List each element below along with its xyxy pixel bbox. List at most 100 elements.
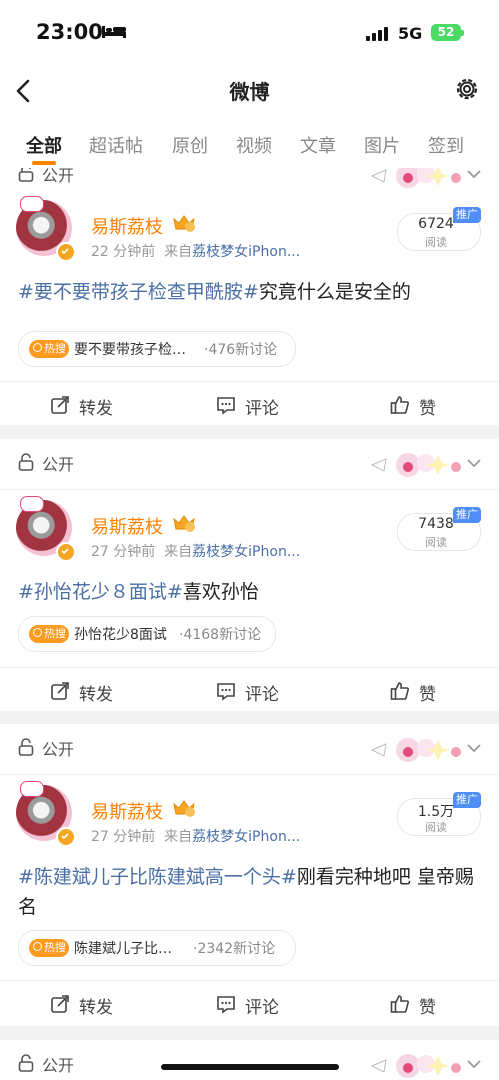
post-card: 公开 易斯荔枝 27 分钟前 来自荔枝梦女iPhon... 7438 阅读 推广…	[0, 439, 499, 711]
search-icon	[33, 628, 42, 637]
post-card: 公开 易斯荔枝 27 分钟前 来自荔枝梦女iPhon... 1.5万 阅读 推广…	[0, 724, 499, 1026]
action-bar: 转发 评论 赞	[0, 667, 499, 712]
post-source[interactable]: 荔枝梦女iPhon...	[192, 244, 300, 260]
reads-label: 阅读	[425, 821, 447, 834]
chevron-down-icon[interactable]	[466, 743, 482, 753]
search-icon	[33, 942, 42, 951]
home-indicator[interactable]	[161, 1064, 339, 1070]
hot-search-badge: 热搜	[29, 340, 69, 358]
post-time: 22 分钟前	[91, 244, 156, 260]
page-title: 微博	[229, 80, 270, 104]
battery-icon	[461, 30, 464, 36]
privacy-label: 公开	[42, 740, 75, 759]
chevron-down-icon[interactable]	[466, 458, 482, 468]
vip-crown-icon	[173, 800, 195, 817]
battery-level: 52	[431, 24, 461, 41]
comment-icon[interactable]	[216, 994, 236, 1014]
avatar-bubble-icon	[20, 196, 44, 212]
hot-search-chip[interactable]: 热搜 要不要带孩子检… ·476新讨论	[18, 331, 296, 367]
privacy-label: 公开	[42, 1056, 75, 1075]
hot-count: ·2342新讨论	[193, 941, 276, 957]
hot-search-badge: 热搜	[29, 939, 69, 957]
hot-topic: 陈建斌儿子比…	[74, 941, 172, 957]
reads-label: 阅读	[425, 236, 447, 249]
comment-button[interactable]: 评论	[245, 680, 279, 705]
like-button[interactable]: 赞	[419, 680, 436, 705]
comment-icon[interactable]	[216, 395, 236, 415]
post-text: #要不要带孩子检查甲酰胺#究竟什么是安全的	[18, 277, 478, 307]
hot-search-chip[interactable]: 热搜 孙怡花少8面试 ·4168新讨论	[18, 616, 276, 652]
thumbs-up-icon[interactable]	[390, 395, 410, 415]
repost-icon[interactable]	[50, 681, 70, 701]
card-header: 公开	[0, 724, 499, 775]
repost-button[interactable]: 转发	[79, 394, 113, 419]
hot-count: ·4168新讨论	[179, 627, 262, 643]
promote-tag[interactable]: 推广	[453, 207, 481, 223]
promote-tag[interactable]: 推广	[453, 792, 481, 808]
post-body: 喜欢孙怡	[182, 581, 259, 603]
unlock-icon	[18, 1054, 34, 1072]
chevron-down-icon[interactable]	[466, 1059, 482, 1069]
comment-button[interactable]: 评论	[245, 394, 279, 419]
post-card-partial: 公开	[0, 1040, 499, 1080]
action-bar: 转发 评论 赞	[0, 381, 499, 426]
thumbs-up-icon[interactable]	[390, 994, 410, 1014]
status-time: 23:00	[36, 20, 103, 44]
username[interactable]: 易斯荔枝	[91, 513, 163, 539]
post-meta: 27 分钟前 来自荔枝梦女iPhon...	[91, 826, 300, 846]
hot-search-badge: 热搜	[29, 625, 69, 643]
post-meta: 27 分钟前 来自荔枝梦女iPhon...	[91, 541, 300, 561]
avatar-bubble-icon	[20, 781, 44, 797]
hot-topic: 要不要带孩子检…	[74, 342, 186, 358]
unlock-icon	[18, 738, 34, 756]
action-bar: 转发 评论 赞	[0, 980, 499, 1025]
comment-button[interactable]: 评论	[245, 993, 279, 1018]
source-prefix: 来自	[164, 829, 193, 845]
unlock-icon	[18, 453, 34, 471]
vip-crown-icon	[173, 215, 195, 232]
post-text: #孙怡花少８面试#喜欢孙怡	[18, 577, 478, 607]
hot-search-chip[interactable]: 热搜 陈建斌儿子比… ·2342新讨论	[18, 930, 296, 966]
comment-icon[interactable]	[216, 681, 236, 701]
post-source[interactable]: 荔枝梦女iPhon...	[192, 829, 300, 845]
card-decoration-icon	[370, 738, 461, 762]
card-decoration-icon	[370, 453, 461, 477]
nav-bar: 微博	[0, 66, 499, 116]
sleep-focus-icon	[102, 26, 126, 38]
post-time: 27 分钟前	[91, 544, 156, 560]
reads-label: 阅读	[425, 536, 447, 549]
search-icon	[33, 343, 42, 352]
hashtag-link[interactable]: #孙怡花少８面试#	[18, 581, 183, 603]
privacy-label: 公开	[42, 455, 75, 474]
card-header: 公开	[0, 439, 499, 490]
gear-icon[interactable]	[453, 75, 481, 103]
post-body: 究竟什么是安全的	[258, 281, 411, 303]
like-button[interactable]: 赞	[419, 394, 436, 419]
source-prefix: 来自	[164, 244, 193, 260]
post-source[interactable]: 荔枝梦女iPhon...	[192, 544, 300, 560]
post-time: 27 分钟前	[91, 829, 156, 845]
verified-badge-icon	[56, 827, 76, 847]
source-prefix: 来自	[164, 544, 193, 560]
status-bar: 23:00 5G 52	[0, 0, 499, 66]
signal-icon	[366, 27, 388, 41]
post-meta: 22 分钟前 来自荔枝梦女iPhon...	[91, 241, 300, 261]
thumbs-up-icon[interactable]	[390, 681, 410, 701]
hot-count: ·476新讨论	[204, 342, 278, 358]
hashtag-link[interactable]: #陈建斌儿子比陈建斌高一个头#	[18, 866, 297, 888]
card-decoration-icon	[370, 1054, 461, 1078]
verified-badge-icon	[56, 542, 76, 562]
username[interactable]: 易斯荔枝	[91, 798, 163, 824]
promote-tag[interactable]: 推广	[453, 507, 481, 523]
repost-button[interactable]: 转发	[79, 993, 113, 1018]
repost-icon[interactable]	[50, 395, 70, 415]
like-button[interactable]: 赞	[419, 993, 436, 1018]
verified-badge-icon	[56, 242, 76, 262]
hashtag-link[interactable]: #要不要带孩子检查甲酰胺#	[18, 281, 259, 303]
vip-crown-icon	[173, 515, 195, 532]
repost-icon[interactable]	[50, 994, 70, 1014]
post-text: #陈建斌儿子比陈建斌高一个头#刚看完种地吧 皇帝赐名	[18, 862, 478, 922]
username[interactable]: 易斯荔枝	[91, 213, 163, 239]
repost-button[interactable]: 转发	[79, 680, 113, 705]
network-type: 5G	[398, 24, 423, 43]
